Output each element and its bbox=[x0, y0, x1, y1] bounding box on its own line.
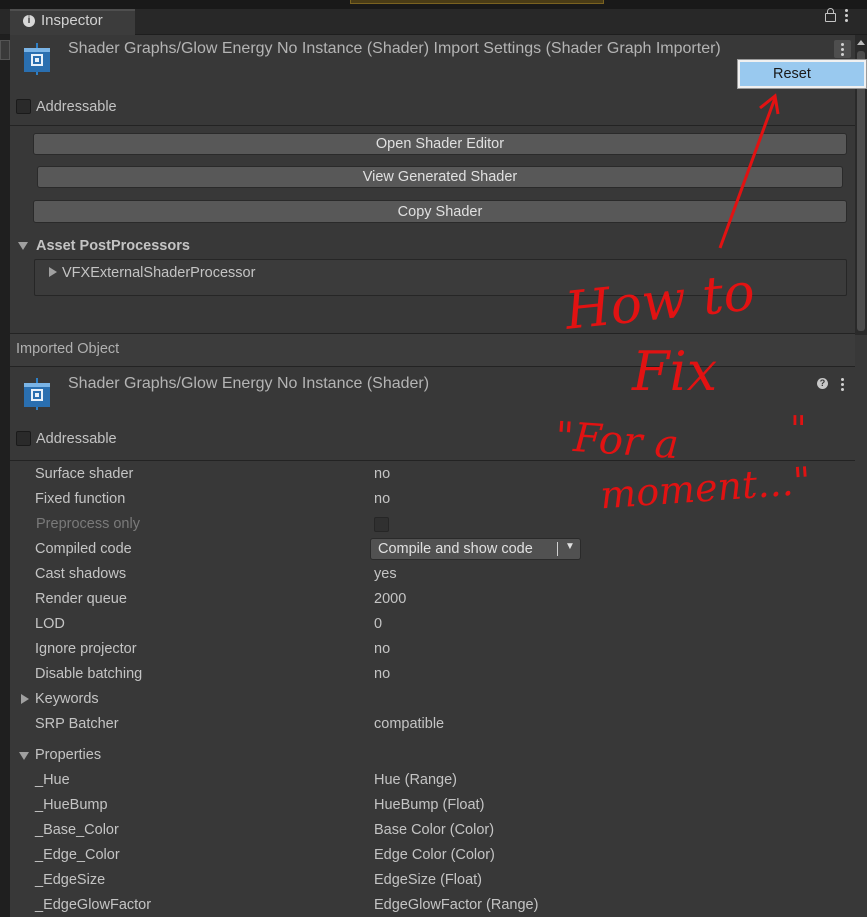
property-value: Hue (Range) bbox=[374, 772, 458, 788]
shader-menu-button[interactable] bbox=[838, 377, 848, 393]
importer-title: Shader Graphs/Glow Energy No Instance (S… bbox=[68, 40, 721, 57]
cast-shadows-value: yes bbox=[374, 566, 397, 582]
scroll-up-arrow-icon[interactable] bbox=[857, 40, 865, 45]
addressable-label: Addressable bbox=[36, 99, 117, 115]
asset-postprocessors-header[interactable]: Asset PostProcessors bbox=[36, 238, 190, 254]
property-name: _EdgeSize bbox=[35, 872, 106, 888]
foldout-expanded-icon[interactable] bbox=[18, 242, 28, 250]
property-value: HueBump (Float) bbox=[374, 797, 485, 813]
tab-inspector-label: Inspector bbox=[41, 12, 103, 29]
info-icon: i bbox=[23, 15, 35, 27]
shader-graph-icon bbox=[22, 43, 52, 75]
srp-batcher-value: compatible bbox=[374, 716, 445, 732]
annotation-text: "For a bbox=[553, 413, 681, 469]
cast-shadows-label: Cast shadows bbox=[35, 566, 127, 582]
fixed-function-value: no bbox=[374, 491, 391, 507]
scrollbar-thumb[interactable] bbox=[857, 51, 865, 331]
toolbar-highlight bbox=[350, 0, 604, 4]
reset-menu-item[interactable]: Reset bbox=[740, 62, 864, 86]
left-panel-edge bbox=[0, 35, 10, 917]
addressable-label: Addressable bbox=[36, 431, 117, 447]
addressable-checkbox[interactable] bbox=[16, 431, 31, 446]
property-name: _EdgeGlowFactor bbox=[35, 897, 152, 913]
ignore-projector-label: Ignore projector bbox=[35, 641, 137, 657]
help-icon[interactable]: ? bbox=[817, 378, 828, 389]
lod-label: LOD bbox=[35, 616, 65, 632]
fixed-function-label: Fixed function bbox=[35, 491, 126, 507]
foldout-collapsed-icon[interactable] bbox=[49, 267, 57, 277]
annotation-text: " bbox=[790, 410, 807, 451]
preprocess-only-label: Preprocess only bbox=[36, 516, 140, 532]
render-queue-value: 2000 bbox=[374, 591, 407, 607]
imported-object-bar bbox=[10, 333, 855, 367]
compiled-code-label: Compiled code bbox=[35, 541, 132, 557]
ignore-projector-value: no bbox=[374, 641, 391, 657]
property-value: EdgeGlowFactor (Range) bbox=[374, 897, 539, 913]
importer-menu-button[interactable] bbox=[834, 40, 851, 58]
postprocessor-item[interactable]: VFXExternalShaderProcessor bbox=[62, 265, 255, 281]
divider bbox=[10, 460, 855, 461]
dropdown-arrow-icon[interactable]: ▼ bbox=[565, 541, 575, 552]
shader-graph-icon bbox=[22, 378, 52, 410]
compiled-code-dropdown-label[interactable]: Compile and show code bbox=[378, 541, 533, 557]
property-value: Base Color (Color) bbox=[374, 822, 495, 838]
property-value: EdgeSize (Float) bbox=[374, 872, 482, 888]
foldout-expanded-icon[interactable] bbox=[19, 752, 29, 760]
shader-title: Shader Graphs/Glow Energy No Instance (S… bbox=[68, 375, 430, 392]
property-name: _Base_Color bbox=[35, 822, 119, 838]
annotation-text: Fix bbox=[632, 340, 718, 403]
property-value: Edge Color (Color) bbox=[374, 847, 495, 863]
keywords-foldout[interactable]: Keywords bbox=[35, 691, 99, 707]
property-name: _HueBump bbox=[35, 797, 108, 813]
property-name: _Edge_Color bbox=[35, 847, 120, 863]
lod-value: 0 bbox=[374, 616, 383, 632]
preprocess-only-checkbox bbox=[374, 517, 389, 532]
disable-batching-value: no bbox=[374, 666, 391, 682]
imported-object-label: Imported Object bbox=[16, 341, 120, 357]
property-name: _Hue bbox=[35, 772, 70, 788]
annotation-arrow bbox=[718, 93, 780, 249]
dropdown-divider bbox=[557, 542, 558, 556]
render-queue-label: Render queue bbox=[35, 591, 127, 607]
lock-icon[interactable] bbox=[825, 8, 836, 22]
properties-foldout[interactable]: Properties bbox=[35, 747, 101, 763]
annotation-text: moment..." bbox=[598, 458, 813, 518]
surface-shader-value: no bbox=[374, 466, 391, 482]
foldout-collapsed-icon[interactable] bbox=[21, 694, 29, 704]
srp-batcher-label: SRP Batcher bbox=[35, 716, 119, 732]
addressable-checkbox[interactable] bbox=[16, 99, 31, 114]
surface-shader-label: Surface shader bbox=[35, 466, 134, 482]
collapsed-panel-tab[interactable] bbox=[0, 40, 10, 60]
disable-batching-label: Disable batching bbox=[35, 666, 143, 682]
